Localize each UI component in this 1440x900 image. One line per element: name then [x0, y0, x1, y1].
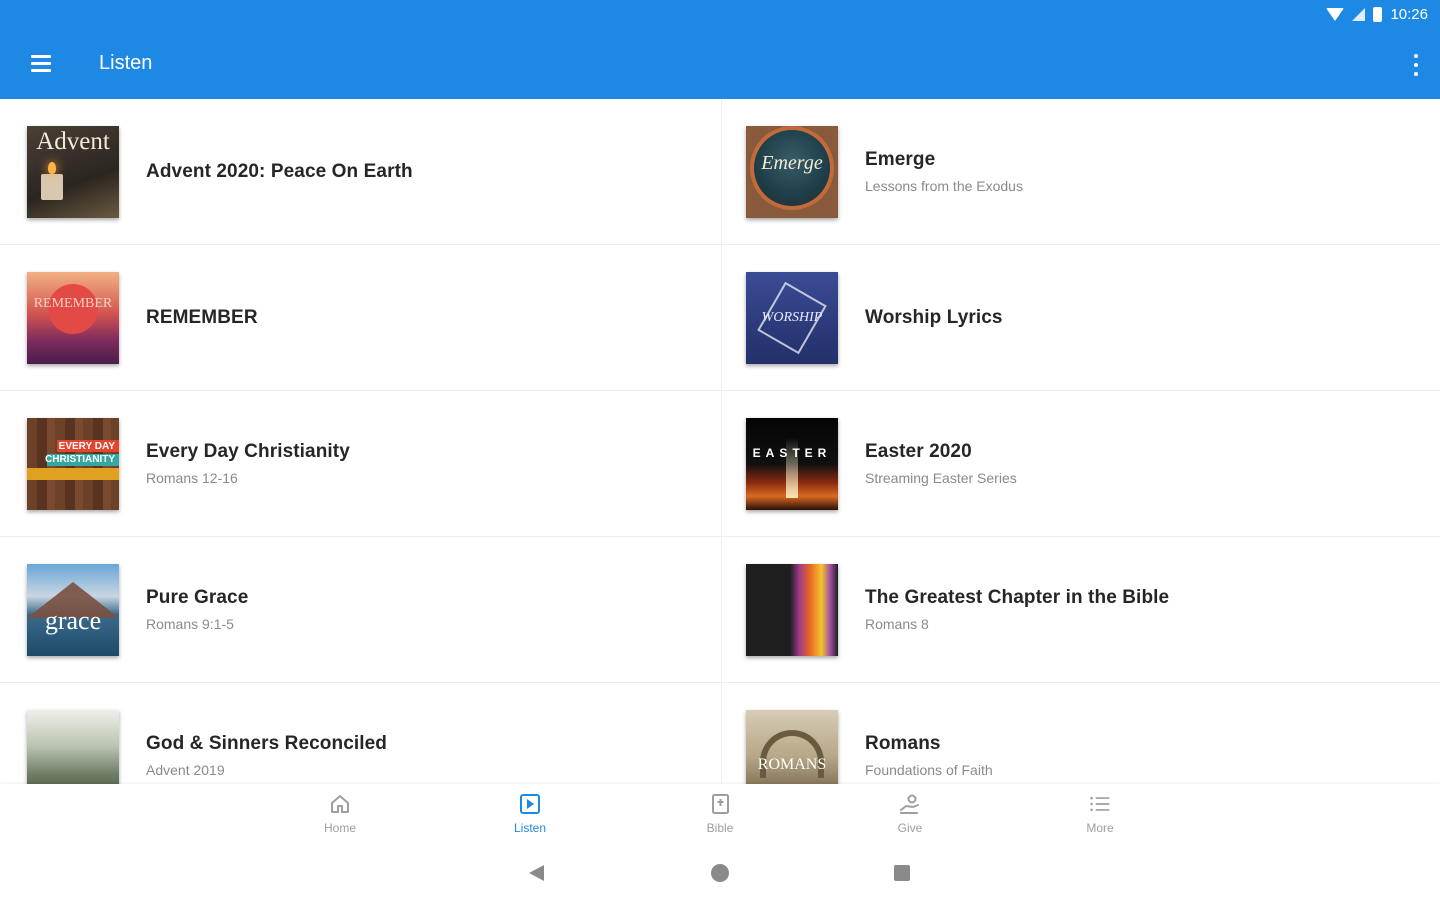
series-item-advent-2020[interactable]: Advent Advent 2020: Peace On Earth [0, 99, 720, 245]
series-item-god-and-sinners-reconciled[interactable]: God & Sinners Reconciled Advent 2019 [0, 683, 720, 784]
nav-label: Home [323, 821, 356, 835]
page-title: Listen [99, 52, 153, 74]
series-artwork: Advent [27, 125, 119, 218]
battery-icon [1373, 6, 1383, 22]
series-artwork [27, 709, 119, 784]
series-item-pure-grace[interactable]: grace Pure Grace Romans 9:1-5 [0, 537, 720, 683]
play-box-icon [519, 793, 541, 815]
artwork-text: REMEMBER [33, 295, 113, 311]
wifi-icon [1326, 7, 1345, 21]
series-artwork: EASTER [746, 417, 838, 510]
series-item-every-day-christianity[interactable]: EVERY DAY CHRISTIANITY Every Day Christi… [0, 391, 720, 537]
series-title: Worship Lyrics [865, 306, 1003, 328]
series-artwork: EVERY DAY CHRISTIANITY [27, 417, 119, 510]
series-item-easter-2020[interactable]: EASTER Easter 2020 Streaming Easter Seri… [720, 391, 1440, 537]
series-title: Every Day Christianity [146, 441, 350, 462]
nav-home[interactable]: Home [245, 784, 435, 848]
series-artwork: grace [27, 563, 119, 656]
app-bar: Listen [0, 28, 1440, 99]
nav-bible[interactable]: Bible [625, 784, 815, 848]
series-title: REMEMBER [146, 306, 258, 328]
nav-listen[interactable]: Listen [435, 784, 625, 848]
series-artwork: ROMANS [746, 709, 838, 784]
series-title: The Greatest Chapter in the Bible [865, 587, 1170, 608]
series-subtitle: Streaming Easter Series [865, 470, 1017, 486]
series-title: Advent 2020: Peace On Earth [146, 160, 413, 182]
top-bar: 10:26 Listen [0, 0, 1440, 99]
signal-icon [1352, 7, 1366, 21]
series-item-emerge[interactable]: Emerge Emerge Lessons from the Exodus [720, 99, 1440, 245]
bible-icon [709, 793, 731, 815]
give-icon [899, 793, 921, 815]
nav-more[interactable]: More [1005, 784, 1195, 848]
series-grid: Advent Advent 2020: Peace On Earth Emerg… [0, 99, 1440, 784]
series-title: God & Sinners Reconciled [146, 733, 388, 754]
nav-give[interactable]: Give [815, 784, 1005, 848]
artwork-text: grace [44, 605, 102, 635]
artwork-text: EASTER [752, 445, 832, 460]
series-subtitle: Romans 8 [865, 616, 929, 632]
nav-label: Listen [513, 821, 547, 835]
series-artwork: WORSHIP [746, 271, 838, 364]
series-subtitle: Lessons from the Exodus [865, 178, 1023, 194]
series-subtitle: Romans 9:1-5 [146, 616, 234, 632]
series-subtitle: Foundations of Faith [865, 762, 993, 778]
menu-icon[interactable] [0, 28, 82, 99]
series-artwork [746, 563, 838, 656]
more-vert-icon[interactable] [1412, 54, 1420, 76]
home-circle-icon[interactable] [711, 864, 729, 882]
series-item-worship-lyrics[interactable]: WORSHIP Worship Lyrics [720, 245, 1440, 391]
artwork-text: WORSHIP [761, 309, 823, 325]
series-title: Easter 2020 [865, 441, 972, 462]
recent-apps-icon[interactable] [894, 865, 910, 881]
nav-label: Bible [706, 821, 734, 835]
status-time: 10:26 [1390, 5, 1428, 23]
nav-label: Give [897, 821, 923, 835]
series-title: Emerge [865, 149, 936, 170]
artwork-text: Advent [36, 127, 110, 155]
series-item-greatest-chapter[interactable]: The Greatest Chapter in the Bible Romans… [720, 537, 1440, 683]
series-subtitle: Romans 12-16 [146, 470, 238, 486]
nav-label: More [1086, 821, 1114, 835]
artwork-text: ROMANS [757, 755, 827, 773]
series-item-romans[interactable]: ROMANS Romans Foundations of Faith [720, 683, 1440, 784]
series-artwork: REMEMBER [27, 271, 119, 364]
series-title: Pure Grace [146, 587, 249, 608]
series-title: Romans [865, 733, 941, 754]
artwork-text: Emerge [761, 151, 823, 174]
list-icon [1089, 793, 1111, 815]
series-item-remember[interactable]: REMEMBER REMEMBER [0, 245, 720, 391]
back-icon[interactable] [529, 865, 544, 881]
home-icon [329, 793, 351, 815]
bottom-navigation: Home Listen Bible Give More [0, 784, 1440, 848]
status-bar: 10:26 [1326, 0, 1440, 28]
artwork-text: EVERY DAY CHRISTIANITY [45, 440, 115, 465]
series-artwork: Emerge [746, 125, 838, 218]
series-subtitle: Advent 2019 [146, 762, 225, 778]
